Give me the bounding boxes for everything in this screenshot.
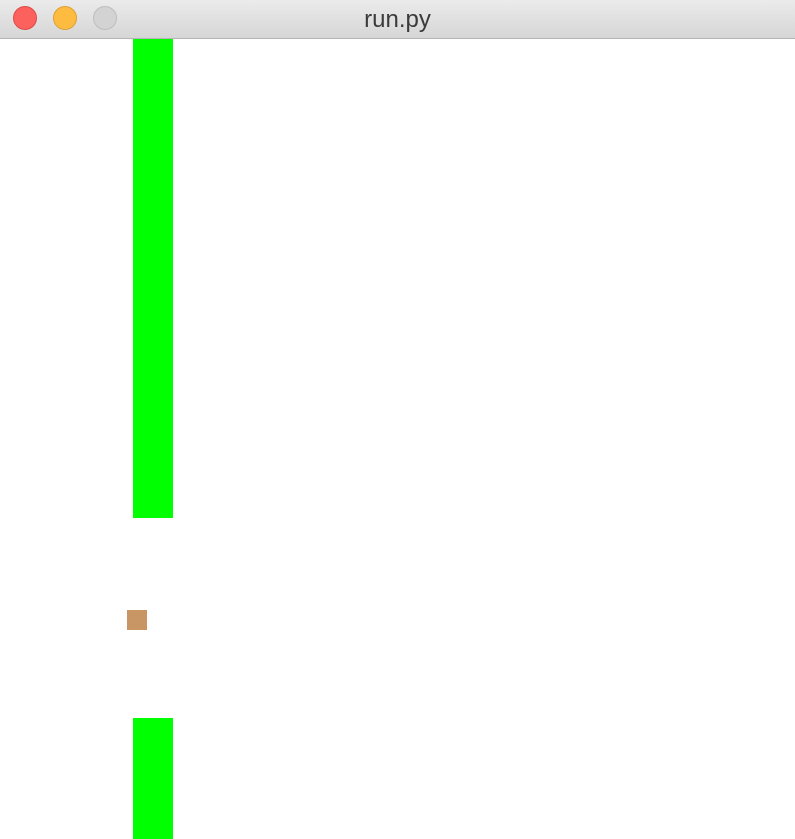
top-pipe: [133, 39, 173, 518]
bottom-pipe: [133, 718, 173, 839]
game-canvas[interactable]: [0, 39, 795, 839]
title-bar[interactable]: run.py: [0, 0, 795, 39]
game-window: run.py: [0, 0, 795, 839]
bird: [127, 610, 147, 630]
window-title: run.py: [364, 6, 431, 33]
